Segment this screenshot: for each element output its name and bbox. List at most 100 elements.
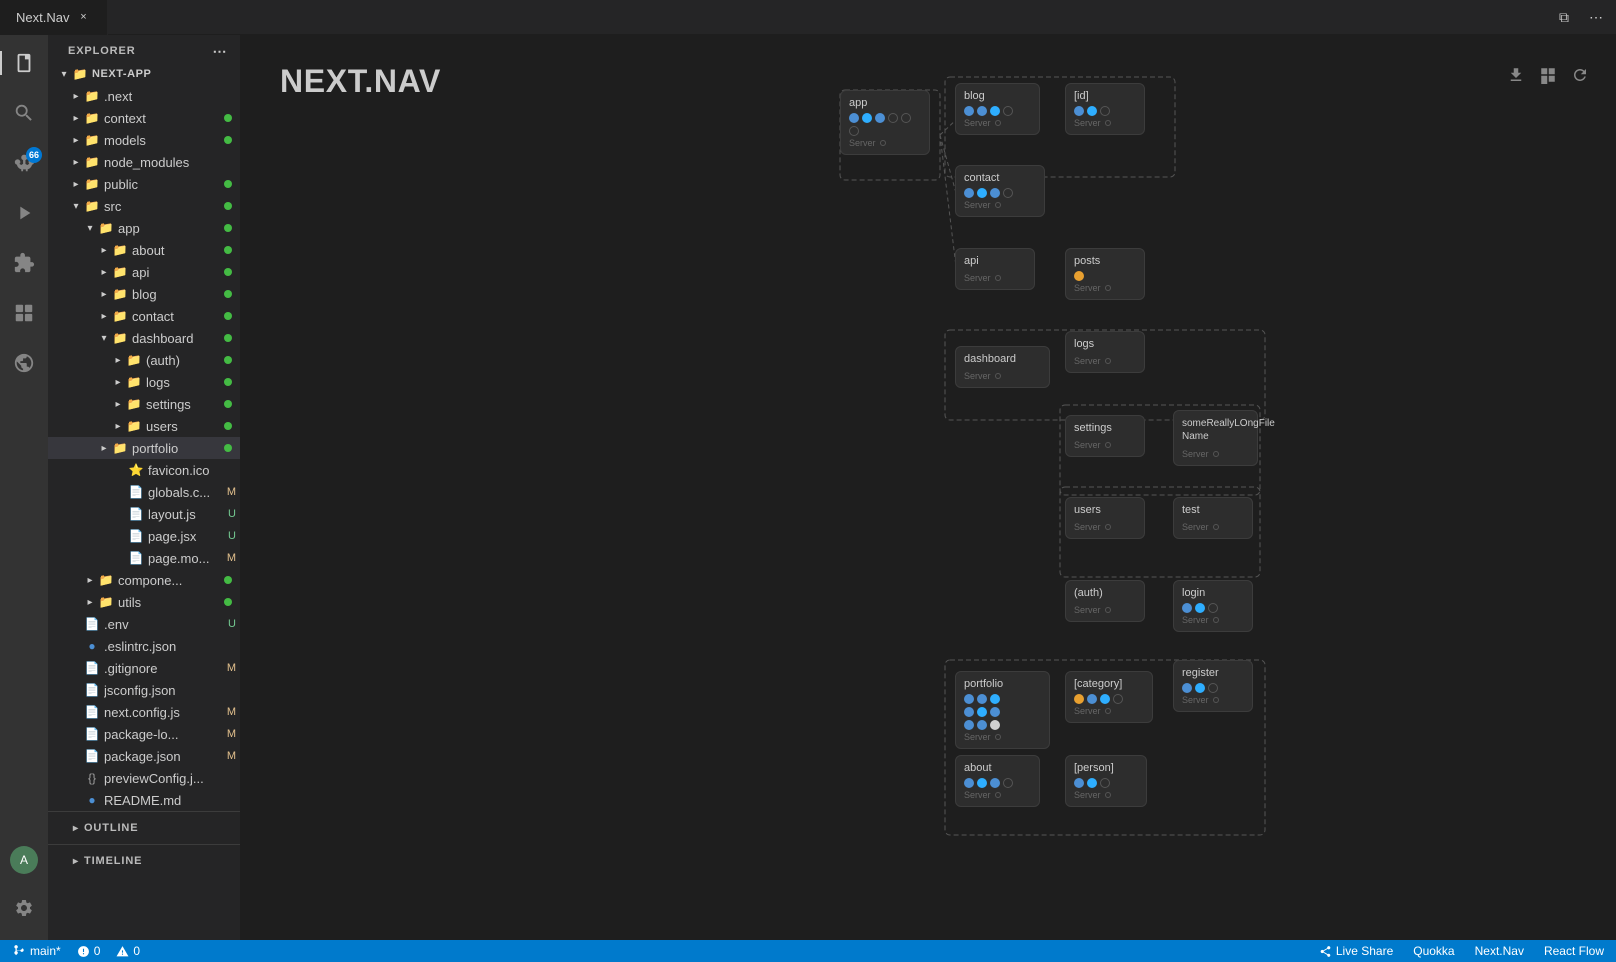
tree-item-components[interactable]: ▸ 📁 compone... <box>48 569 240 591</box>
node-category[interactable]: [category] Server <box>1065 671 1153 723</box>
tree-item-gitignore[interactable]: ▸ 📄 .gitignore M <box>48 657 240 679</box>
settings-gear-icon[interactable] <box>0 884 48 932</box>
tree-item-node-modules[interactable]: ▸ 📁 node_modules <box>48 151 240 173</box>
connector-lines <box>240 35 1616 940</box>
node-register[interactable]: register Server <box>1173 660 1253 712</box>
tree-item-package-lock[interactable]: ▸ 📄 package-lo... M <box>48 723 240 745</box>
outline-section: ▸ OUTLINE <box>48 811 240 844</box>
search-activity-icon[interactable] <box>0 89 48 137</box>
refresh-icon[interactable] <box>1568 63 1592 87</box>
tree-item-users[interactable]: ▸ 📁 users <box>48 415 240 437</box>
tree-item-next-config[interactable]: ▸ 📄 next.config.js M <box>48 701 240 723</box>
tree-item-api[interactable]: ▸ 📁 api <box>48 261 240 283</box>
tree-item-preview-config[interactable]: ▸ {} previewConfig.j... <box>48 767 240 789</box>
tree-item-portfolio[interactable]: ▸ 📁 portfolio <box>48 437 240 459</box>
warning-indicator[interactable]: 0 <box>112 940 144 962</box>
node-portfolio-label: portfolio <box>964 678 1041 690</box>
next-label: .next <box>104 89 236 104</box>
next-nav-tab[interactable]: Next.Nav × <box>0 0 108 35</box>
tree-item-logs[interactable]: ▸ 📁 logs <box>48 371 240 393</box>
dashboard-arrow: ▾ <box>96 330 112 346</box>
tree-item-models[interactable]: ▸ 📁 models <box>48 129 240 151</box>
quokka-indicator[interactable]: Quokka <box>1409 940 1458 962</box>
more-actions-icon[interactable]: ⋯ <box>1584 5 1608 29</box>
new-file-icon[interactable]: ⋯ <box>212 43 228 59</box>
tree-item-eslintrc[interactable]: ▸ ● .eslintrc.json <box>48 635 240 657</box>
tree-item-favicon[interactable]: ▸ ⭐ favicon.ico <box>48 459 240 481</box>
run-activity-icon[interactable] <box>0 189 48 237</box>
tree-item-layout-js[interactable]: ▸ 📄 layout.js U <box>48 503 240 525</box>
remote-explorer-activity-icon[interactable] <box>0 289 48 337</box>
tree-item-globals-css[interactable]: ▸ 📄 globals.c... M <box>48 481 240 503</box>
node-logs[interactable]: logs Server <box>1065 331 1145 373</box>
node-test[interactable]: test Server <box>1173 497 1253 539</box>
live-share-indicator[interactable]: Live Share <box>1315 940 1397 962</box>
source-control-activity-icon[interactable]: 66 <box>0 139 48 187</box>
tree-item-settings[interactable]: ▸ 📁 settings <box>48 393 240 415</box>
root-folder-item[interactable]: ▾ 📁 NEXT-APP <box>48 63 240 85</box>
tree-item-blog[interactable]: ▸ 📁 blog <box>48 283 240 305</box>
split-editor-icon[interactable]: ⧉ <box>1552 5 1576 29</box>
avatar[interactable]: A <box>10 846 38 874</box>
node-id[interactable]: [id] Server <box>1065 83 1145 135</box>
export-icon[interactable] <box>1504 63 1528 87</box>
layout-icon[interactable] <box>1536 63 1560 87</box>
error-indicator[interactable]: 0 <box>73 940 105 962</box>
extension-indicator[interactable]: Next.Nav <box>1471 940 1528 962</box>
tree-item-src[interactable]: ▾ 📁 src <box>48 195 240 217</box>
node-app[interactable]: app Server <box>840 90 930 155</box>
node-app-dots <box>849 113 921 136</box>
node-auth-group[interactable]: (auth) Server <box>1065 580 1145 622</box>
live-share-label: Live Share <box>1336 944 1393 958</box>
outline-header[interactable]: ▸ OUTLINE <box>48 816 240 840</box>
node-some-really-long[interactable]: someReallyLOngFile Name Server <box>1173 410 1258 466</box>
tree-item-page-module[interactable]: ▸ 📄 page.mo... M <box>48 547 240 569</box>
tab-close-button[interactable]: × <box>75 9 91 25</box>
node-login[interactable]: login Server <box>1173 580 1253 632</box>
error-icon <box>77 945 90 958</box>
node-register-label: register <box>1182 667 1244 679</box>
tree-item-app[interactable]: ▾ 📁 app <box>48 217 240 239</box>
extensions-activity-icon[interactable] <box>0 239 48 287</box>
tree-item-next[interactable]: ▸ 📁 .next <box>48 85 240 107</box>
gitignore-icon: 📄 <box>84 660 100 676</box>
node-api[interactable]: api Server <box>955 248 1035 290</box>
tree-item-about[interactable]: ▸ 📁 about <box>48 239 240 261</box>
node-about[interactable]: about Server <box>955 755 1040 807</box>
node-test-footer: Server <box>1182 522 1244 532</box>
node-blog[interactable]: blog Server <box>955 83 1040 135</box>
tree-item-jsconfig[interactable]: ▸ 📄 jsconfig.json <box>48 679 240 701</box>
package-lock-label: package-lo... <box>104 727 223 742</box>
app-label: app <box>118 221 224 236</box>
node-blog-label: blog <box>964 90 1031 102</box>
tree-item-contact[interactable]: ▸ 📁 contact <box>48 305 240 327</box>
tree-item-env[interactable]: ▸ 📄 .env U <box>48 613 240 635</box>
globals-css-label: globals.c... <box>148 485 223 500</box>
api-arrow: ▸ <box>96 264 112 280</box>
tree-item-public[interactable]: ▸ 📁 public <box>48 173 240 195</box>
files-activity-icon[interactable] <box>0 39 48 87</box>
node-api-footer: Server <box>964 273 1026 283</box>
tree-item-package-json[interactable]: ▸ 📄 package.json M <box>48 745 240 767</box>
react-flow-indicator[interactable]: React Flow <box>1540 940 1608 962</box>
node-users[interactable]: users Server <box>1065 497 1145 539</box>
tree-item-utils[interactable]: ▸ 📁 utils <box>48 591 240 613</box>
tree-item-context[interactable]: ▸ 📁 context <box>48 107 240 129</box>
tree-item-dashboard[interactable]: ▾ 📁 dashboard <box>48 327 240 349</box>
error-count: 0 <box>94 944 101 958</box>
node-dashboard[interactable]: dashboard Server <box>955 346 1050 388</box>
node-settings[interactable]: settings Server <box>1065 415 1145 457</box>
page-module-label: page.mo... <box>148 551 223 566</box>
tree-item-readme[interactable]: ▸ ● README.md <box>48 789 240 811</box>
extra-activity-icon[interactable] <box>0 339 48 387</box>
node-contact[interactable]: contact Server <box>955 165 1045 217</box>
node-portfolio[interactable]: portfolio Server <box>955 671 1050 749</box>
timeline-header[interactable]: ▸ TIMELINE <box>48 849 240 873</box>
node-users-footer: Server <box>1074 522 1136 532</box>
node-posts[interactable]: posts Server <box>1065 248 1145 300</box>
node-person[interactable]: [person] Server <box>1065 755 1147 807</box>
node-contact-dots <box>964 188 1036 198</box>
tree-item-auth[interactable]: ▸ 📁 (auth) <box>48 349 240 371</box>
tree-item-page-jsx[interactable]: ▸ 📄 page.jsx U <box>48 525 240 547</box>
branch-indicator[interactable]: main* <box>8 940 65 962</box>
